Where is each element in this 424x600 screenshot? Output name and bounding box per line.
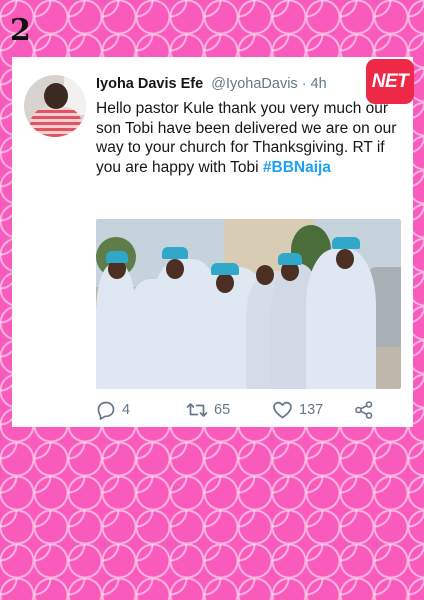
retweet-count: 65 — [214, 402, 231, 418]
heart-icon — [272, 400, 293, 420]
share-button[interactable] — [354, 400, 374, 420]
avatar[interactable] — [24, 75, 86, 137]
tweet-time[interactable]: · 4h — [302, 76, 327, 92]
tweet-photo[interactable] — [96, 219, 401, 389]
author-name[interactable]: Iyoha Davis Efe — [96, 76, 203, 92]
tweet-text: Hello pastor Kule thank you very much ou… — [96, 99, 404, 177]
reply-icon — [96, 400, 116, 420]
author-handle[interactable]: @IyohaDavis — [211, 76, 297, 92]
reply-button[interactable]: 4 — [96, 400, 130, 420]
retweet-icon — [186, 400, 208, 420]
like-button[interactable]: 137 — [272, 400, 323, 420]
tweet-header: Iyoha Davis Efe @IyohaDavis · 4h — [96, 76, 327, 92]
tweet-body: Hello pastor Kule thank you very much ou… — [96, 100, 397, 176]
slide-number: 2 — [10, 13, 31, 48]
tweet-card: Iyoha Davis Efe @IyohaDavis · 4h NET Hel… — [12, 57, 414, 427]
share-icon — [354, 400, 374, 420]
retweet-button[interactable]: 65 — [186, 400, 230, 420]
like-count: 137 — [299, 402, 324, 418]
hashtag-link[interactable]: #BBNaija — [263, 159, 331, 176]
net-logo-label: NET — [371, 70, 409, 92]
net-logo-badge: NET — [366, 59, 414, 104]
reply-count: 4 — [122, 402, 131, 418]
tweet-actions: 4 65 137 — [96, 400, 396, 422]
